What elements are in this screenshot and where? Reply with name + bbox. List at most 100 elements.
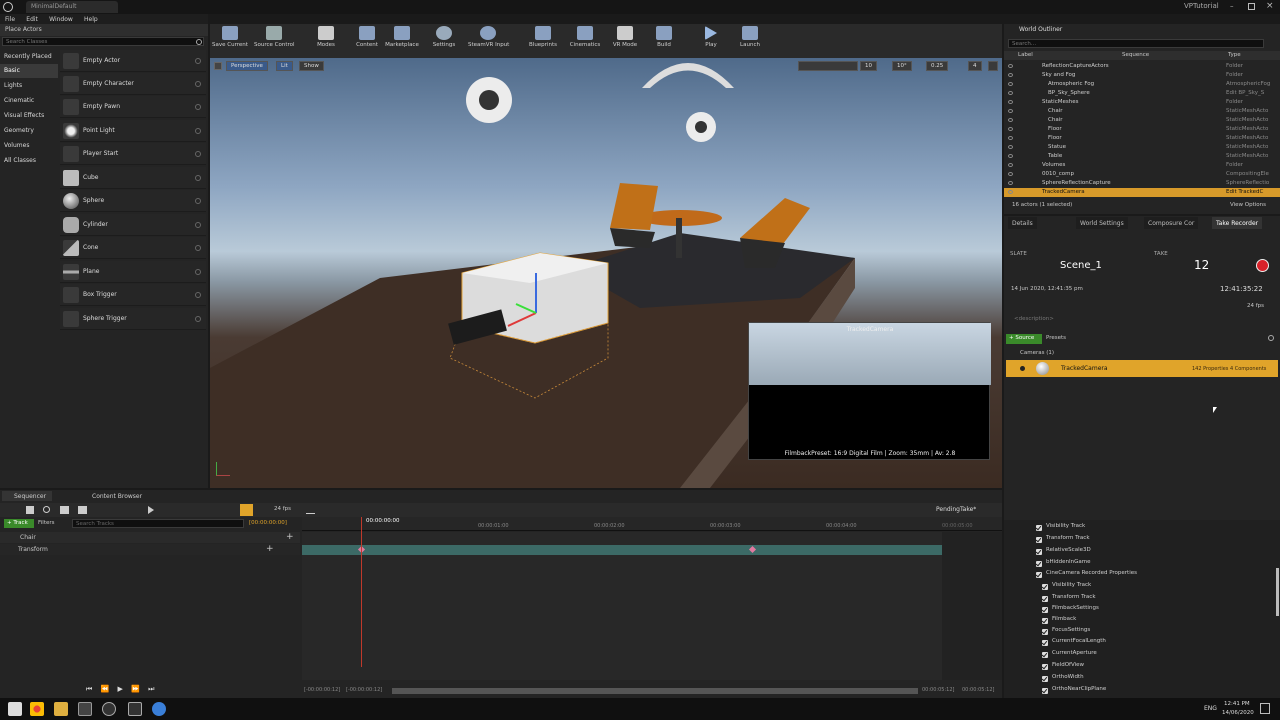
actor-item[interactable]: Box Trigger <box>60 284 206 306</box>
info-icon[interactable] <box>195 175 201 181</box>
modes-button[interactable]: Modes <box>306 26 346 56</box>
actor-item[interactable]: Point Light <box>60 120 206 142</box>
menu-file[interactable]: File <box>5 16 15 23</box>
clock-date[interactable]: 14/06/2020 <box>1222 710 1254 716</box>
actor-item[interactable]: Sphere Trigger <box>60 308 206 330</box>
category-visual-effects[interactable]: Visual Effects <box>0 109 58 123</box>
take-value[interactable]: 12 <box>1194 258 1209 272</box>
current-time-field[interactable]: [00:00:00:00] <box>249 520 287 526</box>
visibility-icon[interactable] <box>1008 136 1013 140</box>
property-row[interactable]: Visibility Track <box>1042 582 1091 593</box>
play-icon[interactable] <box>148 506 154 514</box>
visibility-icon[interactable] <box>1008 154 1013 158</box>
presets-dropdown[interactable]: Presets <box>1046 335 1066 341</box>
checkbox[interactable] <box>1042 596 1048 602</box>
checkbox[interactable] <box>1036 561 1042 567</box>
actor-item[interactable]: Sphere <box>60 190 206 212</box>
view-options-button[interactable]: View Options <box>1230 202 1266 208</box>
tab-world-settings[interactable]: World Settings <box>1076 217 1128 229</box>
source-control-button[interactable]: Source Control <box>254 26 295 56</box>
visibility-icon[interactable] <box>1008 163 1013 167</box>
info-icon[interactable] <box>195 198 201 204</box>
outliner-row[interactable]: Volumes Folder <box>1004 161 1280 170</box>
maximize-button[interactable] <box>1248 3 1255 10</box>
outliner-row[interactable]: Table StaticMeshActo <box>1004 152 1280 161</box>
property-row[interactable]: CineCamera Recorded Properties <box>1036 570 1137 581</box>
actor-item[interactable]: Empty Character <box>60 73 206 95</box>
property-row[interactable]: FieldOfView <box>1042 662 1084 673</box>
visibility-icon[interactable] <box>1008 64 1013 68</box>
range-end-2[interactable]: 00:00:05:12] <box>962 687 994 693</box>
minimize-button[interactable]: – <box>1230 2 1240 12</box>
close-button[interactable]: × <box>1266 1 1276 11</box>
category-geometry[interactable]: Geometry <box>0 124 58 138</box>
outliner-search-input[interactable]: Search... <box>1008 39 1264 48</box>
track-row-chair[interactable]: Chair + <box>0 532 300 543</box>
actor-item[interactable]: Cube <box>60 167 206 189</box>
play-button[interactable]: Play <box>691 26 731 56</box>
info-icon[interactable] <box>195 151 201 157</box>
add-track-button[interactable]: + Track <box>4 519 34 528</box>
skip-to-start-icon[interactable]: ⏮ <box>86 685 92 693</box>
checkbox[interactable] <box>1036 549 1042 555</box>
range-start-2[interactable]: [-00:00:00:12] <box>346 687 382 693</box>
cinematics-button[interactable]: Cinematics <box>565 26 605 56</box>
language-indicator[interactable]: ENG <box>1204 705 1217 712</box>
launch-button[interactable]: Launch <box>730 26 770 56</box>
tab-take-recorder[interactable]: Take Recorder <box>1212 217 1263 229</box>
outliner-row[interactable]: Chair StaticMeshActo <box>1004 116 1280 125</box>
scrollbar[interactable] <box>1276 568 1279 616</box>
property-row[interactable]: OrthoNearClipPlane <box>1042 686 1106 697</box>
visibility-icon[interactable] <box>1008 127 1013 131</box>
track-row-transform[interactable]: Transform + <box>0 544 300 555</box>
unreal-engine-icon[interactable] <box>78 702 92 716</box>
outliner-row[interactable]: ReflectionCaptureActors Folder <box>1004 62 1280 71</box>
property-row[interactable]: FocusSettings <box>1042 627 1090 638</box>
blueprints-button[interactable]: Blueprints <box>523 26 563 56</box>
app-icon[interactable] <box>152 702 166 716</box>
checkbox[interactable] <box>1042 676 1048 682</box>
save-icon[interactable] <box>26 506 34 514</box>
level-viewport[interactable]: Perspective Lit Show 10 10° 0.25 4 Track… <box>210 58 1002 488</box>
range-end[interactable]: 00:00:05:12] <box>922 687 954 693</box>
notification-icon[interactable] <box>1260 703 1270 714</box>
info-icon[interactable] <box>195 269 201 275</box>
checkbox[interactable] <box>1042 640 1048 646</box>
fps-dropdown[interactable]: 24 fps <box>274 506 291 512</box>
category-all-classes[interactable]: All Classes <box>0 154 58 168</box>
col-type[interactable]: Type <box>1228 52 1241 58</box>
build-button[interactable]: Build <box>644 26 684 56</box>
description-field[interactable]: <description> <box>1014 316 1054 322</box>
menu-edit[interactable]: Edit <box>26 16 38 23</box>
info-icon[interactable] <box>195 245 201 251</box>
settings-button[interactable]: Settings <box>424 26 464 56</box>
outliner-row[interactable]: 0010_comp CompositingEle <box>1004 170 1280 179</box>
checkbox[interactable] <box>1036 525 1042 531</box>
outliner-row[interactable]: Floor StaticMeshActo <box>1004 125 1280 134</box>
curve-editor-icon[interactable] <box>306 506 315 514</box>
actor-item[interactable]: Player Start <box>60 143 206 165</box>
property-row[interactable]: OrthoWidth <box>1042 674 1084 685</box>
property-row[interactable]: Filmback <box>1042 616 1076 627</box>
filters-button[interactable]: Filters <box>38 520 55 526</box>
end-marker[interactable] <box>942 532 1002 680</box>
tab-sequencer[interactable]: Sequencer <box>2 491 53 501</box>
step-back-icon[interactable]: ⏪ <box>101 685 110 693</box>
actor-item[interactable]: Plane <box>60 261 206 283</box>
checkbox[interactable] <box>1042 688 1048 694</box>
category-cinematic[interactable]: Cinematic <box>0 94 58 108</box>
start-icon[interactable] <box>8 702 22 716</box>
render-icon[interactable] <box>60 506 69 514</box>
outliner-row[interactable]: Chair StaticMeshActo <box>1004 107 1280 116</box>
checkbox[interactable] <box>1042 664 1048 670</box>
source-enabled-icon[interactable] <box>1020 366 1025 371</box>
timeline-scrollbar[interactable] <box>392 688 918 694</box>
checkbox[interactable] <box>1042 629 1048 635</box>
vr-mode-button[interactable]: VR Mode <box>605 26 645 56</box>
outliner-row[interactable]: StaticMeshes Folder <box>1004 98 1280 107</box>
property-row[interactable]: Transform Track <box>1036 535 1090 546</box>
checkbox[interactable] <box>1036 537 1042 543</box>
visibility-icon[interactable] <box>1008 190 1013 194</box>
range-start[interactable]: [-00:00:00:12] <box>304 687 340 693</box>
outliner-row[interactable]: Sky and Fog Folder <box>1004 71 1280 80</box>
